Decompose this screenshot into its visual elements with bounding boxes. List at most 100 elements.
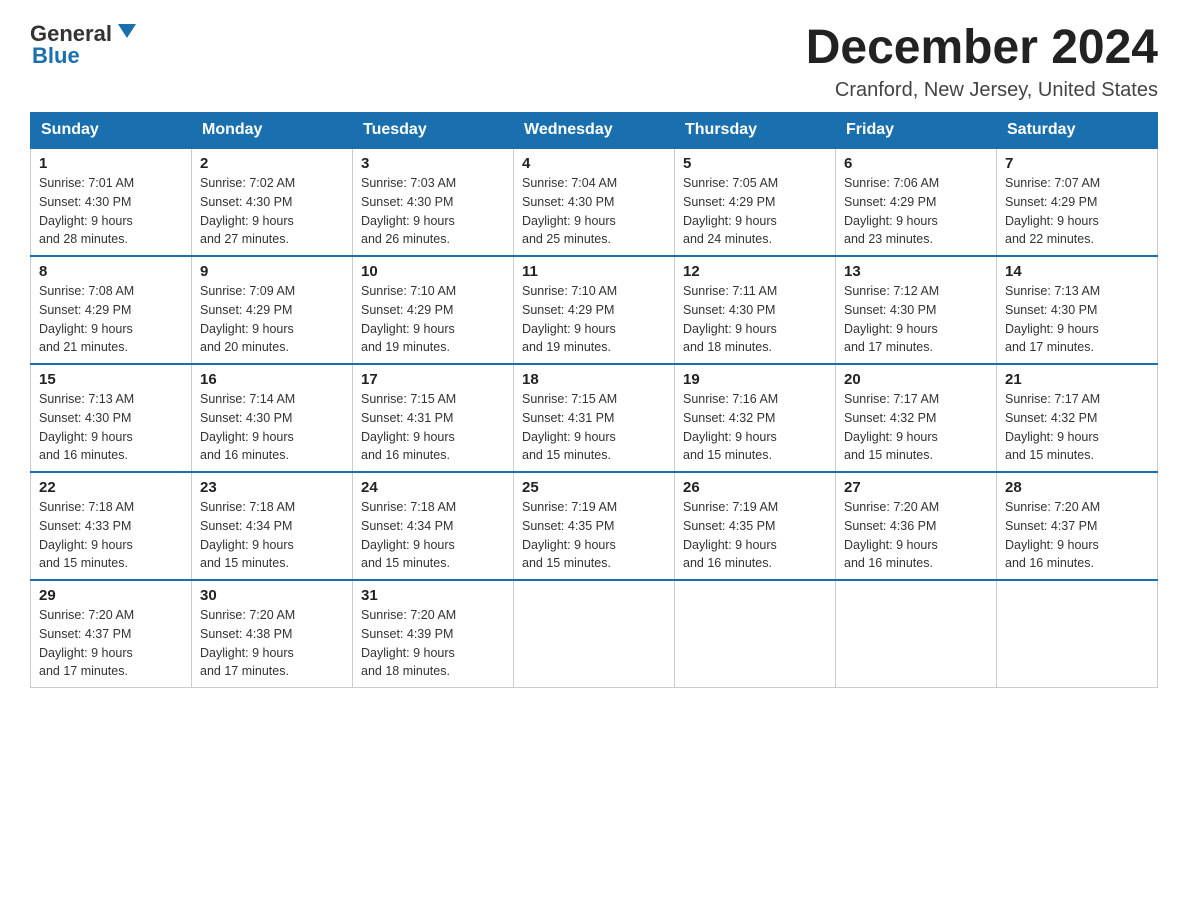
- daylight-text: Daylight: 9 hours: [200, 322, 294, 336]
- day-number: 10: [361, 263, 505, 280]
- daylight-text: Daylight: 9 hours: [200, 538, 294, 552]
- daylight-minutes-text: and 16 minutes.: [200, 448, 289, 462]
- calendar-day-cell: 8 Sunrise: 7:08 AM Sunset: 4:29 PM Dayli…: [31, 256, 192, 364]
- sunset-text: Sunset: 4:30 PM: [200, 195, 292, 209]
- sunset-text: Sunset: 4:30 PM: [39, 411, 131, 425]
- calendar-week-row: 15 Sunrise: 7:13 AM Sunset: 4:30 PM Dayl…: [31, 364, 1158, 472]
- day-info: Sunrise: 7:10 AM Sunset: 4:29 PM Dayligh…: [522, 282, 666, 357]
- day-number: 22: [39, 479, 183, 496]
- sunrise-text: Sunrise: 7:17 AM: [844, 392, 939, 406]
- day-number: 27: [844, 479, 988, 496]
- daylight-text: Daylight: 9 hours: [844, 538, 938, 552]
- daylight-text: Daylight: 9 hours: [39, 430, 133, 444]
- calendar-day-cell: 20 Sunrise: 7:17 AM Sunset: 4:32 PM Dayl…: [836, 364, 997, 472]
- calendar-day-cell: [997, 580, 1158, 688]
- sunset-text: Sunset: 4:30 PM: [1005, 303, 1097, 317]
- sunrise-text: Sunrise: 7:10 AM: [522, 284, 617, 298]
- calendar-day-cell: [836, 580, 997, 688]
- calendar-table: SundayMondayTuesdayWednesdayThursdayFrid…: [30, 112, 1158, 688]
- sunrise-text: Sunrise: 7:04 AM: [522, 176, 617, 190]
- daylight-minutes-text: and 24 minutes.: [683, 232, 772, 246]
- day-info: Sunrise: 7:18 AM Sunset: 4:34 PM Dayligh…: [361, 498, 505, 573]
- day-number: 26: [683, 479, 827, 496]
- daylight-text: Daylight: 9 hours: [844, 430, 938, 444]
- sunset-text: Sunset: 4:37 PM: [1005, 519, 1097, 533]
- daylight-text: Daylight: 9 hours: [361, 538, 455, 552]
- sunrise-text: Sunrise: 7:05 AM: [683, 176, 778, 190]
- day-info: Sunrise: 7:20 AM Sunset: 4:37 PM Dayligh…: [39, 606, 183, 681]
- daylight-minutes-text: and 23 minutes.: [844, 232, 933, 246]
- sunrise-text: Sunrise: 7:16 AM: [683, 392, 778, 406]
- daylight-text: Daylight: 9 hours: [683, 322, 777, 336]
- day-info: Sunrise: 7:05 AM Sunset: 4:29 PM Dayligh…: [683, 174, 827, 249]
- day-number: 29: [39, 587, 183, 604]
- daylight-minutes-text: and 18 minutes.: [683, 340, 772, 354]
- daylight-text: Daylight: 9 hours: [200, 646, 294, 660]
- day-info: Sunrise: 7:01 AM Sunset: 4:30 PM Dayligh…: [39, 174, 183, 249]
- sunset-text: Sunset: 4:30 PM: [200, 411, 292, 425]
- day-number: 23: [200, 479, 344, 496]
- title-section: December 2024 Cranford, New Jersey, Unit…: [806, 20, 1158, 102]
- daylight-text: Daylight: 9 hours: [522, 214, 616, 228]
- day-info: Sunrise: 7:15 AM Sunset: 4:31 PM Dayligh…: [522, 390, 666, 465]
- day-of-week-header: Sunday: [31, 113, 192, 149]
- calendar-day-cell: 11 Sunrise: 7:10 AM Sunset: 4:29 PM Dayl…: [514, 256, 675, 364]
- daylight-text: Daylight: 9 hours: [683, 214, 777, 228]
- daylight-minutes-text: and 19 minutes.: [361, 340, 450, 354]
- daylight-minutes-text: and 17 minutes.: [1005, 340, 1094, 354]
- day-info: Sunrise: 7:06 AM Sunset: 4:29 PM Dayligh…: [844, 174, 988, 249]
- sunset-text: Sunset: 4:37 PM: [39, 627, 131, 641]
- day-info: Sunrise: 7:09 AM Sunset: 4:29 PM Dayligh…: [200, 282, 344, 357]
- daylight-minutes-text: and 25 minutes.: [522, 232, 611, 246]
- daylight-text: Daylight: 9 hours: [361, 214, 455, 228]
- day-number: 5: [683, 155, 827, 172]
- daylight-text: Daylight: 9 hours: [39, 214, 133, 228]
- sunset-text: Sunset: 4:32 PM: [1005, 411, 1097, 425]
- sunset-text: Sunset: 4:30 PM: [522, 195, 614, 209]
- sunset-text: Sunset: 4:30 PM: [361, 195, 453, 209]
- day-number: 8: [39, 263, 183, 280]
- calendar-week-row: 8 Sunrise: 7:08 AM Sunset: 4:29 PM Dayli…: [31, 256, 1158, 364]
- sunrise-text: Sunrise: 7:18 AM: [39, 500, 134, 514]
- day-number: 3: [361, 155, 505, 172]
- day-number: 28: [1005, 479, 1149, 496]
- day-number: 11: [522, 263, 666, 280]
- calendar-day-cell: 22 Sunrise: 7:18 AM Sunset: 4:33 PM Dayl…: [31, 472, 192, 580]
- logo: General Blue: [30, 20, 138, 69]
- daylight-text: Daylight: 9 hours: [522, 538, 616, 552]
- logo-arrow-icon: [116, 20, 138, 47]
- daylight-minutes-text: and 15 minutes.: [1005, 448, 1094, 462]
- daylight-minutes-text: and 17 minutes.: [39, 664, 128, 678]
- calendar-day-cell: 5 Sunrise: 7:05 AM Sunset: 4:29 PM Dayli…: [675, 148, 836, 256]
- daylight-minutes-text: and 15 minutes.: [200, 556, 289, 570]
- sunset-text: Sunset: 4:29 PM: [200, 303, 292, 317]
- sunset-text: Sunset: 4:34 PM: [361, 519, 453, 533]
- daylight-minutes-text: and 18 minutes.: [361, 664, 450, 678]
- calendar-week-row: 22 Sunrise: 7:18 AM Sunset: 4:33 PM Dayl…: [31, 472, 1158, 580]
- daylight-text: Daylight: 9 hours: [844, 214, 938, 228]
- day-info: Sunrise: 7:20 AM Sunset: 4:39 PM Dayligh…: [361, 606, 505, 681]
- sunset-text: Sunset: 4:34 PM: [200, 519, 292, 533]
- sunset-text: Sunset: 4:29 PM: [1005, 195, 1097, 209]
- day-number: 15: [39, 371, 183, 388]
- day-number: 30: [200, 587, 344, 604]
- sunrise-text: Sunrise: 7:15 AM: [522, 392, 617, 406]
- daylight-text: Daylight: 9 hours: [361, 430, 455, 444]
- daylight-minutes-text: and 21 minutes.: [39, 340, 128, 354]
- day-number: 9: [200, 263, 344, 280]
- sunset-text: Sunset: 4:30 PM: [844, 303, 936, 317]
- sunrise-text: Sunrise: 7:20 AM: [1005, 500, 1100, 514]
- sunrise-text: Sunrise: 7:19 AM: [522, 500, 617, 514]
- daylight-minutes-text: and 27 minutes.: [200, 232, 289, 246]
- daylight-text: Daylight: 9 hours: [1005, 538, 1099, 552]
- calendar-day-cell: 4 Sunrise: 7:04 AM Sunset: 4:30 PM Dayli…: [514, 148, 675, 256]
- sunrise-text: Sunrise: 7:03 AM: [361, 176, 456, 190]
- daylight-text: Daylight: 9 hours: [844, 322, 938, 336]
- sunrise-text: Sunrise: 7:13 AM: [39, 392, 134, 406]
- daylight-minutes-text: and 15 minutes.: [683, 448, 772, 462]
- sunrise-text: Sunrise: 7:20 AM: [200, 608, 295, 622]
- calendar-day-cell: 15 Sunrise: 7:13 AM Sunset: 4:30 PM Dayl…: [31, 364, 192, 472]
- sunset-text: Sunset: 4:29 PM: [844, 195, 936, 209]
- sunrise-text: Sunrise: 7:18 AM: [361, 500, 456, 514]
- daylight-text: Daylight: 9 hours: [1005, 430, 1099, 444]
